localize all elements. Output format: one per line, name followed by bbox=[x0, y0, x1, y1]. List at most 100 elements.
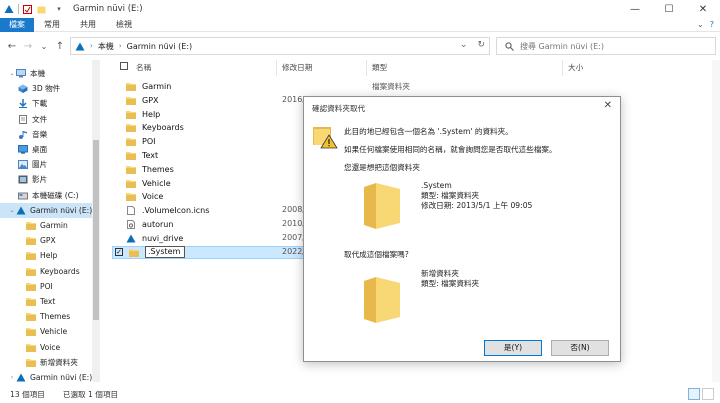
close-button[interactable]: ✕ bbox=[686, 0, 720, 18]
sidebar-item[interactable]: 圖片 bbox=[0, 157, 92, 172]
help-icon[interactable]: ? bbox=[710, 20, 714, 29]
column-divider[interactable] bbox=[366, 60, 367, 76]
search-box[interactable]: 搜尋 Garmin nüvi (E:) bbox=[496, 37, 716, 55]
folder-icon bbox=[129, 248, 139, 257]
navigation-scrollbar[interactable] bbox=[92, 60, 100, 382]
sidebar-item[interactable]: ⌄ 本機 bbox=[0, 66, 92, 81]
sidebar-item[interactable]: Keyboards bbox=[0, 264, 92, 279]
new-folder-type: 類型: 檔案資料夾 bbox=[421, 279, 480, 288]
sidebar-item-label: GPX bbox=[40, 236, 56, 246]
column-header-size[interactable]: 大小 bbox=[568, 60, 583, 76]
file-name: POI bbox=[142, 137, 156, 147]
column-header-name[interactable]: 名稱 bbox=[136, 60, 151, 76]
sidebar-item[interactable]: GPX bbox=[0, 233, 92, 248]
sidebar-item[interactable]: 文件 bbox=[0, 112, 92, 127]
navigation-scroll-thumb[interactable] bbox=[93, 140, 99, 320]
no-button[interactable]: 否(N) bbox=[551, 340, 609, 356]
sidebar-item-label: 影片 bbox=[32, 175, 48, 185]
quick-access-dropdown-icon[interactable]: ▾ bbox=[51, 5, 67, 13]
folder-icon bbox=[126, 138, 136, 147]
properties-icon[interactable] bbox=[23, 4, 32, 14]
maximize-button[interactable]: ☐ bbox=[652, 0, 686, 18]
tab-file[interactable]: 檔案 bbox=[0, 18, 34, 32]
file-name: Garmin bbox=[142, 82, 172, 91]
expand-chevron-icon[interactable]: ⌄ bbox=[8, 70, 16, 77]
rename-input[interactable]: .System bbox=[145, 246, 185, 259]
sidebar-item[interactable]: 影片 bbox=[0, 172, 92, 187]
confirm-folder-replace-dialog: 確認資料夾取代 ✕ 此目的地已經包含一個名為 '.System' 的資料夾。 如… bbox=[303, 96, 621, 362]
sidebar-item[interactable]: 3D 物件 bbox=[0, 81, 92, 96]
tab-share[interactable]: 共用 bbox=[70, 18, 106, 32]
search-icon bbox=[505, 41, 514, 51]
column-checkbox[interactable] bbox=[120, 60, 128, 76]
sidebar-item[interactable]: POI bbox=[0, 279, 92, 294]
file-row[interactable]: Garmin bbox=[112, 80, 362, 93]
breadcrumb-chevron-icon[interactable]: › bbox=[90, 42, 93, 50]
sidebar-item-label: Themes bbox=[40, 312, 71, 322]
sidebar-item-label: Keyboards bbox=[40, 266, 80, 276]
pictures-icon bbox=[18, 160, 28, 170]
existing-folder-icon bbox=[364, 183, 400, 229]
tab-home[interactable]: 常用 bbox=[34, 18, 70, 32]
breadcrumb-this-pc[interactable]: 本機 bbox=[98, 41, 114, 52]
recent-locations-button[interactable]: ⌄ bbox=[36, 42, 52, 51]
sidebar-item[interactable]: Themes bbox=[0, 309, 92, 324]
sidebar-item-label: 下載 bbox=[32, 99, 48, 109]
address-bar[interactable]: › 本機 › Garmin nüvi (E:) ⌄ ↻ bbox=[70, 37, 490, 55]
sidebar-item-label: Garmin nüvi (E:) bbox=[30, 373, 93, 382]
sidebar-item-label: 音樂 bbox=[32, 129, 48, 139]
column-header-type[interactable]: 類型 bbox=[372, 60, 387, 76]
folder-icon bbox=[26, 267, 36, 276]
computer-icon bbox=[16, 69, 26, 78]
sidebar-item[interactable]: Voice bbox=[0, 340, 92, 355]
breadcrumb-garmin-drive[interactable]: Garmin nüvi (E:) bbox=[127, 42, 193, 51]
sidebar-item[interactable]: 音樂 bbox=[0, 127, 92, 142]
sidebar-item[interactable]: › Garmin nüvi (E:) bbox=[0, 370, 92, 385]
sidebar-item[interactable]: ⌄ Garmin nüvi (E:) bbox=[0, 202, 92, 218]
sidebar-item[interactable]: 本機磁碟 (C:) bbox=[0, 188, 92, 203]
address-dropdown-icon[interactable]: ⌄ bbox=[460, 40, 468, 50]
new-folder-icon[interactable] bbox=[37, 5, 46, 14]
large-icons-view-icon[interactable] bbox=[702, 388, 714, 400]
row-checkbox[interactable]: ✓ bbox=[115, 248, 123, 257]
expand-chevron-icon[interactable]: › bbox=[8, 374, 16, 381]
expand-ribbon-icon[interactable]: ⌄ bbox=[697, 20, 704, 29]
sidebar-item[interactable]: 桌面 bbox=[0, 142, 92, 157]
new-folder-icon bbox=[364, 277, 400, 323]
expand-chevron-icon[interactable]: ⌄ bbox=[8, 207, 16, 214]
sidebar-item[interactable]: Help bbox=[0, 248, 92, 263]
column-header-date[interactable]: 修改日期 bbox=[282, 60, 312, 76]
back-button[interactable]: ← bbox=[4, 41, 20, 52]
yes-button[interactable]: 是(Y) bbox=[484, 340, 542, 356]
dialog-message-exists: 此目的地已經包含一個名為 '.System' 的資料夾。 bbox=[344, 127, 513, 136]
forward-button[interactable]: → bbox=[20, 41, 36, 52]
sidebar-item[interactable]: Garmin bbox=[0, 218, 92, 233]
sidebar-item[interactable]: Text bbox=[0, 294, 92, 309]
sidebar-item-label: 本機磁碟 (C:) bbox=[32, 190, 79, 200]
downloads-icon bbox=[19, 99, 27, 109]
3d-objects-icon bbox=[18, 84, 28, 94]
warning-folder-icon bbox=[313, 127, 338, 149]
navigation-pane: ⌄ 本機 3D 物件 下載 文件 音樂 桌面 圖片 影片 本機磁碟 (C:) ⌄ Garmin nüv… bbox=[0, 60, 100, 382]
up-button[interactable]: ↑ bbox=[52, 41, 68, 52]
breadcrumb-chevron-icon[interactable]: › bbox=[119, 42, 122, 50]
window-title: Garmin nüvi (E:) bbox=[73, 4, 143, 14]
file-name: Keyboards bbox=[142, 123, 184, 133]
sidebar-item[interactable]: 新增資料夾 bbox=[0, 355, 92, 370]
minimize-button[interactable]: — bbox=[618, 0, 652, 18]
ribbon-controls: ⌄ ? bbox=[697, 20, 714, 29]
sidebar-item[interactable]: Vehicle bbox=[0, 324, 92, 339]
file-list-scrollbar[interactable] bbox=[712, 60, 720, 382]
desktop-icon bbox=[18, 145, 28, 154]
column-divider[interactable] bbox=[276, 60, 277, 76]
refresh-icon[interactable]: ↻ bbox=[477, 40, 485, 50]
dialog-close-button[interactable]: ✕ bbox=[604, 100, 612, 111]
videos-icon bbox=[18, 175, 28, 184]
new-folder-name: 新增資料夾 bbox=[421, 269, 459, 278]
sidebar-item[interactable]: 下載 bbox=[0, 96, 92, 111]
existing-folder-modified: 修改日期: 2013/5/1 上午 09:05 bbox=[421, 201, 533, 210]
details-view-icon[interactable] bbox=[688, 388, 700, 400]
column-divider[interactable] bbox=[562, 60, 563, 76]
tab-view[interactable]: 檢視 bbox=[106, 18, 142, 32]
folder-icon bbox=[126, 83, 136, 91]
